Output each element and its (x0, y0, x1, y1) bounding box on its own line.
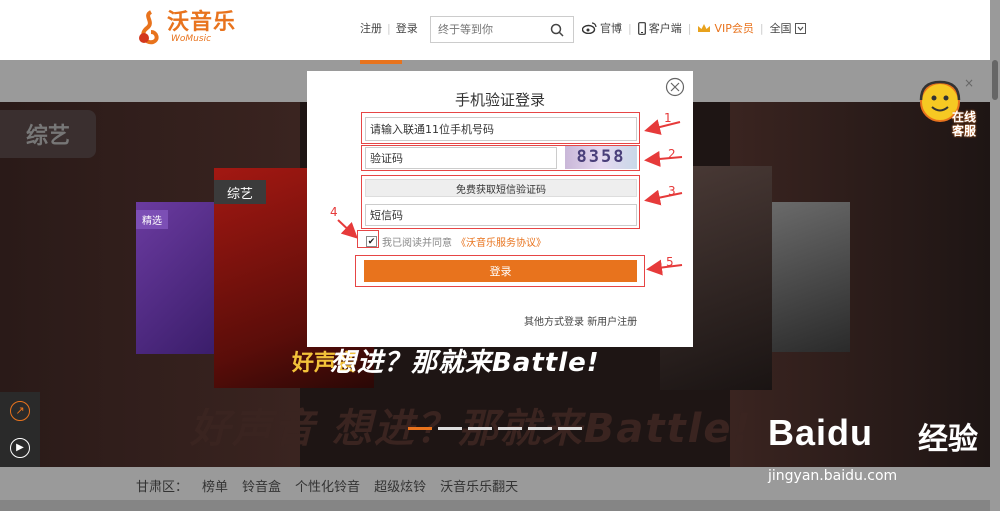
search-input[interactable] (431, 23, 543, 36)
annotation-number-5: 5 (666, 255, 674, 269)
vip-link[interactable]: VIP会员 (697, 20, 754, 36)
logo-text: 沃音乐 WoMusic (167, 10, 237, 45)
annotation-box-1 (361, 112, 640, 144)
carousel-dot[interactable] (528, 427, 552, 430)
annotation-number-2: 2 (668, 147, 676, 161)
divider: | (687, 21, 692, 35)
region-label: 全国 (769, 22, 792, 35)
logo-cn: 沃音乐 (167, 10, 237, 35)
agree-text: 我已阅读并同意 (382, 238, 452, 249)
banner-category-tag: 综艺 (0, 110, 96, 158)
bottom-strip (0, 500, 990, 511)
search-icon (550, 23, 564, 37)
carousel-dot[interactable] (558, 427, 582, 430)
register-link[interactable]: 注册 (360, 20, 382, 36)
far-right-card[interactable] (772, 202, 850, 352)
baidu-watermark: Baidu 经验 jingyan.baidu.com (768, 402, 988, 492)
service-text: 在线 客服 (948, 110, 980, 138)
region-label: 甘肃区： (136, 480, 189, 495)
weibo-icon (582, 22, 597, 34)
page-scrollbar[interactable] (990, 0, 1000, 511)
other-links: 其他方式登录 新用户注册 (524, 313, 637, 328)
chevron-down-icon (794, 22, 806, 34)
search-button[interactable] (543, 17, 571, 42)
divider: | (387, 21, 391, 35)
play-icon: ▶ (10, 437, 30, 458)
featured-card[interactable]: 精选 (136, 202, 216, 354)
banner-slogan-background: 好声音 想进？那就来Battle! (190, 406, 753, 452)
divider: | (628, 21, 632, 35)
annotation-box-2 (361, 145, 640, 171)
crown-icon (698, 23, 711, 32)
logo[interactable]: 沃音乐 WoMusic (135, 10, 236, 46)
client-link[interactable]: 客户端 (637, 20, 682, 36)
carousel-dot[interactable] (498, 427, 522, 430)
new-user-link[interactable]: 新用户注册 (587, 317, 637, 328)
modal-title: 手机验证登录 (454, 91, 545, 109)
weibo-link[interactable]: 官博 (582, 20, 622, 36)
play-tool-button[interactable]: ▶ (0, 429, 40, 466)
bottom-links: 甘肃区： 榜单 铃音盒 个性化铃音 超级炫铃 沃音乐乐翻天 (136, 476, 518, 495)
watermark-brand: Baidu (768, 412, 873, 454)
nav-active-indicator (360, 60, 402, 64)
annotation-box-5 (355, 255, 645, 287)
bottom-link-super-ring[interactable]: 超级炫铃 (374, 476, 426, 495)
watermark-jingyan: 经验 (918, 422, 978, 457)
share-icon: ↗ (10, 400, 30, 421)
search-box (430, 16, 574, 43)
service-close-icon[interactable]: × (964, 76, 974, 90)
service-line2: 客服 (951, 124, 976, 138)
service-line1: 在线 (951, 110, 976, 124)
agreement-link[interactable]: 《沃音乐服务协议》 (456, 234, 546, 249)
annotation-number-3: 3 (668, 184, 676, 198)
region-select[interactable]: 全国 (770, 20, 809, 36)
online-service-widget[interactable]: × 在线 客服 (918, 76, 984, 142)
phone-icon (637, 21, 646, 35)
agreement-row: ✔ 我已阅读并同意 《沃音乐服务协议》 (366, 234, 546, 249)
carousel-dot[interactable] (408, 427, 432, 430)
annotation-box-3 (361, 175, 640, 229)
bottom-link-custom-ring[interactable]: 个性化铃音 (295, 476, 360, 495)
scrollbar-thumb[interactable] (992, 60, 998, 100)
login-link[interactable]: 登录 (396, 20, 418, 36)
close-icon[interactable] (665, 77, 685, 97)
carousel-dot[interactable] (438, 427, 462, 430)
watermark-url: jingyan.baidu.com (768, 468, 898, 484)
card-category-tag: 综艺 (214, 180, 266, 204)
auth-links: 注册 | 登录 (360, 20, 418, 36)
annotation-box-4 (357, 230, 379, 248)
other-login-link[interactable]: 其他方式登录 (524, 317, 584, 328)
client-label: 客户端 (648, 22, 682, 35)
carousel-dot[interactable] (468, 427, 492, 430)
weibo-label: 官博 (600, 22, 622, 35)
carousel-dots (408, 427, 582, 430)
logo-note-icon (139, 10, 159, 45)
bottom-link-chart[interactable]: 榜单 (202, 476, 228, 495)
divider: | (759, 21, 764, 35)
watermark-brand-b: du (827, 412, 874, 453)
featured-tag: 精选 (136, 210, 168, 229)
bottom-link-fun[interactable]: 沃音乐乐翻天 (440, 476, 518, 495)
logo-en: WoMusic (171, 34, 212, 44)
watermark-brand-a: Bai (768, 412, 828, 453)
share-tool-button[interactable]: ↗ (0, 392, 40, 429)
banner-slogan: 想进？那就来Battle! (330, 348, 600, 378)
vip-label: VIP会员 (714, 22, 754, 35)
annotation-number-4: 4 (330, 205, 338, 219)
header-right-links: 官博 | 客户端 | VIP会员 | 全国 (582, 20, 809, 36)
bottom-link-ringbox[interactable]: 铃音盒 (242, 476, 281, 495)
annotation-number-1: 1 (664, 111, 672, 125)
